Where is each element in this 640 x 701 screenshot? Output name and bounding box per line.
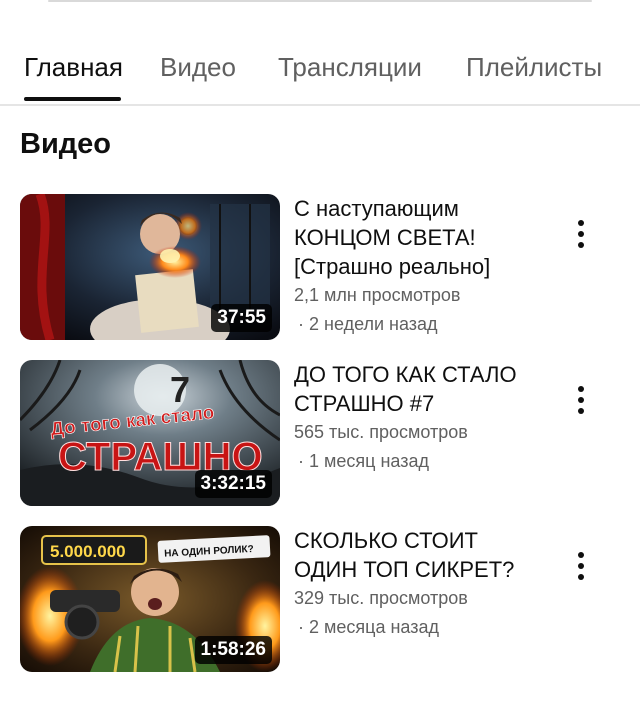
- video-title-line: КОНЦОМ СВЕТА!: [294, 225, 476, 250]
- more-options-icon[interactable]: [566, 216, 596, 256]
- top-divider: [48, 0, 592, 2]
- video-title-line: ОДИН ТОП СИКРЕТ?: [294, 557, 515, 582]
- video-views: 329 тыс. просмотров: [294, 588, 468, 608]
- video-item[interactable]: 5.000.000 НА ОДИН РОЛИК? 1:58:26 СКОЛЬКО…: [0, 526, 640, 676]
- video-duration: 3:32:15: [194, 470, 272, 498]
- video-title[interactable]: С наступающим КОНЦОМ СВЕТА! [Страшно реа…: [294, 194, 554, 281]
- more-options-icon[interactable]: [566, 382, 596, 422]
- video-title[interactable]: ДО ТОГО КАК СТАЛО СТРАШНО #7: [294, 360, 554, 418]
- section-title: Видео: [20, 128, 112, 160]
- video-item[interactable]: 37:55 С наступающим КОНЦОМ СВЕТА! [Страш…: [0, 194, 640, 344]
- channel-tabs: Главная Видео Трансляции Плейлисты: [0, 40, 640, 106]
- video-title-line: [Страшно реально]: [294, 254, 491, 279]
- video-info: СКОЛЬКО СТОИТ ОДИН ТОП СИКРЕТ? 329 тыс. …: [294, 526, 554, 642]
- video-thumbnail[interactable]: 7 До того как стало СТРАШНО 3:32:15: [20, 360, 280, 506]
- tabs-divider: [0, 104, 640, 106]
- video-title-line: ДО ТОГО КАК СТАЛО: [294, 362, 517, 387]
- more-options-icon[interactable]: [566, 548, 596, 588]
- video-age: · 2 недели назад: [298, 314, 438, 334]
- tab-playlists[interactable]: Плейлисты: [466, 52, 602, 83]
- active-tab-indicator: [24, 97, 121, 101]
- video-title-line: СТРАШНО #7: [294, 391, 435, 416]
- thumb-caption: 7: [170, 369, 190, 410]
- video-item[interactable]: 7 До того как стало СТРАШНО 3:32:15 ДО Т…: [0, 360, 640, 510]
- thumb-caption: 5.000.000: [50, 542, 126, 561]
- video-age: · 1 месяц назад: [298, 451, 429, 471]
- video-thumbnail[interactable]: 37:55: [20, 194, 280, 340]
- tab-home[interactable]: Главная: [24, 52, 123, 83]
- video-info: ДО ТОГО КАК СТАЛО СТРАШНО #7 565 тыс. пр…: [294, 360, 554, 476]
- video-title-line: СКОЛЬКО СТОИТ: [294, 528, 478, 553]
- video-duration: 37:55: [211, 304, 272, 332]
- video-title[interactable]: СКОЛЬКО СТОИТ ОДИН ТОП СИКРЕТ?: [294, 526, 554, 584]
- video-views: 565 тыс. просмотров: [294, 422, 468, 442]
- tab-streams[interactable]: Трансляции: [278, 52, 422, 83]
- video-title-line: С наступающим: [294, 196, 459, 221]
- video-age: · 2 месяца назад: [298, 617, 439, 637]
- video-info: С наступающим КОНЦОМ СВЕТА! [Страшно реа…: [294, 194, 554, 339]
- video-duration: 1:58:26: [194, 636, 272, 664]
- video-views: 2,1 млн просмотров: [294, 285, 461, 305]
- video-thumbnail[interactable]: 5.000.000 НА ОДИН РОЛИК? 1:58:26: [20, 526, 280, 672]
- tab-videos[interactable]: Видео: [160, 52, 236, 83]
